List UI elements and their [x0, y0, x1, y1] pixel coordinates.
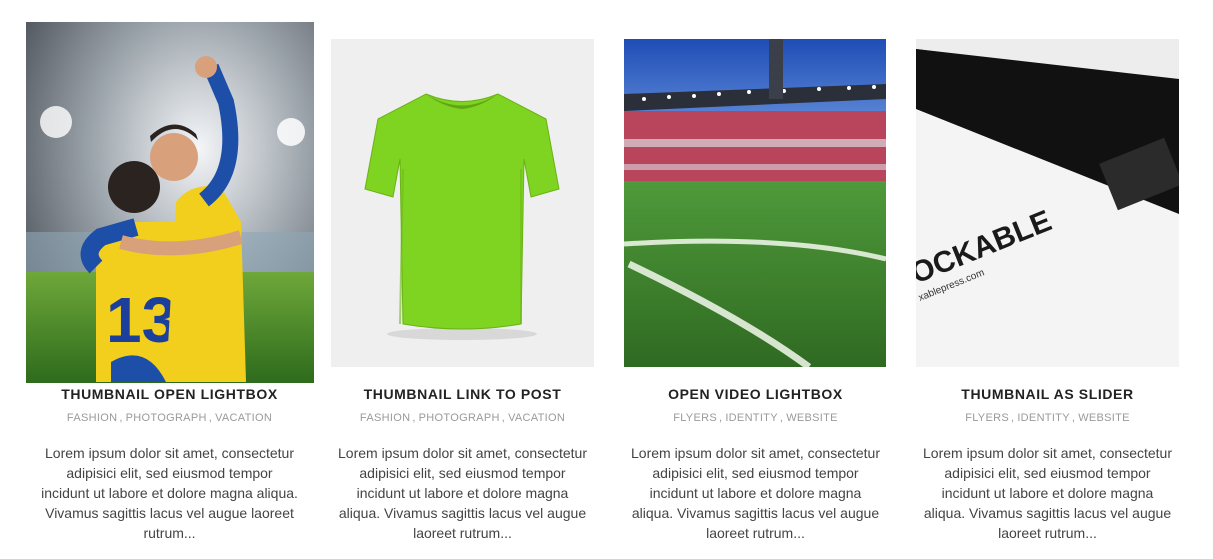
portfolio-item-excerpt: Lorem ipsum dolor sit amet, consectetur … — [338, 445, 587, 541]
business-card-image: OCKABLE xablepress.com — [916, 39, 1179, 367]
portfolio-item-excerpt: Lorem ipsum dolor sit amet, consectetur … — [923, 445, 1172, 541]
category-link[interactable]: FASHION — [360, 412, 410, 424]
portfolio-item-title[interactable]: THUMBNAIL AS SLIDER — [916, 386, 1179, 402]
portfolio-item-categories: FASHION, PHOTOGRAPH, VACATION — [359, 412, 566, 424]
category-link[interactable]: FLYERS — [673, 412, 717, 424]
portfolio-item-excerpt: Lorem ipsum dolor sit amet, consectetur … — [41, 445, 298, 541]
portfolio-item-excerpt: Lorem ipsum dolor sit amet, consectetur … — [631, 445, 880, 541]
portfolio-item-categories: FASHION, PHOTOGRAPH, VACATION — [66, 412, 273, 424]
category-link[interactable]: IDENTITY — [725, 412, 778, 424]
video-lightbox-link[interactable] — [624, 39, 886, 367]
football-players-image: 13 — [26, 22, 314, 383]
category-link[interactable]: FASHION — [67, 412, 117, 424]
category-link[interactable]: IDENTITY — [1017, 412, 1070, 424]
portfolio-item-categories: FLYERS, IDENTITY, WEBSITE — [673, 412, 838, 424]
jersey-number: 13 — [106, 284, 177, 356]
category-link[interactable]: VACATION — [215, 412, 272, 424]
portfolio-item-title[interactable]: THUMBNAIL OPEN LIGHTBOX — [37, 386, 302, 402]
category-link[interactable]: PHOTOGRAPH — [126, 412, 207, 424]
portfolio-item-categories: FLYERS, IDENTITY, WEBSITE — [965, 412, 1130, 424]
portfolio-grid: 13 THUMBNAIL OPEN LIGHTBOX FASHION, PHOTO… — [0, 0, 1213, 559]
thumbnail-post-link[interactable] — [331, 39, 594, 367]
category-link[interactable]: FLYERS — [965, 412, 1009, 424]
category-link[interactable]: VACATION — [508, 412, 565, 424]
portfolio-item-title[interactable]: THUMBNAIL LINK TO POST — [331, 386, 594, 402]
green-tshirt-image — [331, 39, 594, 367]
category-link[interactable]: WEBSITE — [786, 412, 838, 424]
category-link[interactable]: WEBSITE — [1078, 412, 1130, 424]
category-link[interactable]: PHOTOGRAPH — [419, 412, 500, 424]
thumbnail-lightbox-link[interactable]: 13 — [26, 22, 314, 383]
portfolio-item-title[interactable]: OPEN VIDEO LIGHTBOX — [624, 386, 887, 402]
stadium-pitch-image — [624, 39, 886, 367]
thumbnail-slider-link[interactable]: OCKABLE xablepress.com — [916, 39, 1179, 367]
